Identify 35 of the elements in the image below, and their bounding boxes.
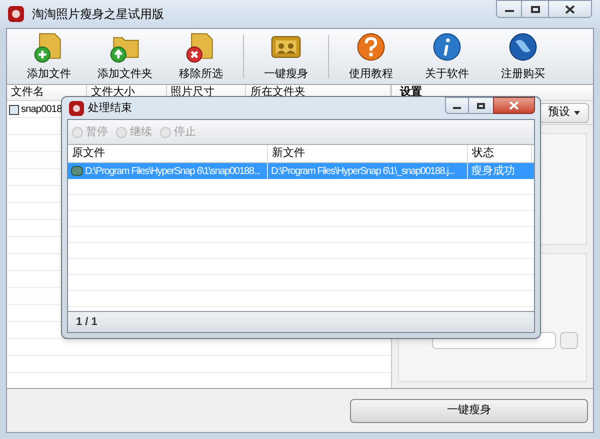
column-header[interactable]: 原文件 [68, 145, 268, 162]
minimize-button[interactable] [496, 0, 522, 18]
dialog-title: 处理结束 [88, 100, 132, 116]
minimize-button[interactable] [445, 97, 469, 114]
toolbar-button[interactable]: 使用教程 [335, 29, 407, 84]
maximize-button[interactable] [522, 0, 548, 18]
toolbar-button[interactable]: 添加文件夹 [89, 29, 161, 84]
close-button[interactable] [548, 0, 592, 18]
column-header[interactable]: 新文件 [268, 145, 468, 162]
start-button[interactable]: 一键瘦身 [350, 398, 588, 422]
maximize-button[interactable] [469, 97, 493, 114]
minimize-icon [504, 10, 514, 12]
toolbar-button[interactable]: 移除所选 [165, 29, 237, 84]
table-cell-text: D:\Program Files\HyperSnap 6\1\_snap00188.j... [271, 164, 454, 178]
maximize-icon [530, 6, 540, 12]
maximize-icon [477, 102, 485, 108]
app-logo-icon [69, 100, 84, 116]
close-button[interactable] [493, 97, 535, 114]
window-title: 淘淘照片瘦身之星试用版 [32, 6, 164, 23]
close-icon [509, 101, 519, 110]
file-name: snap0018 [21, 103, 62, 117]
close-icon [565, 4, 575, 14]
preset-button[interactable]: 预设 [539, 102, 589, 122]
toolbar-button[interactable]: 一键瘦身 [250, 29, 322, 84]
dropdown-arrow-icon [574, 110, 580, 114]
toolbar-button[interactable]: 添加文件 [13, 29, 85, 84]
toolbar-button[interactable]: 注册购买 [487, 29, 559, 84]
page-counter: 1 / 1 [76, 314, 98, 330]
app-logo-icon [8, 6, 24, 22]
table-cell-text: D:\Program Files\HyperSnap 6\1\snap00188... [85, 164, 260, 178]
settings-title: 设置 [400, 84, 422, 100]
table-cell-text: 瘦身成功 [471, 164, 515, 179]
minimize-icon [453, 106, 461, 108]
column-header[interactable]: 状态 [468, 145, 532, 162]
toolbar-button[interactable]: 关于软件 [411, 29, 483, 84]
